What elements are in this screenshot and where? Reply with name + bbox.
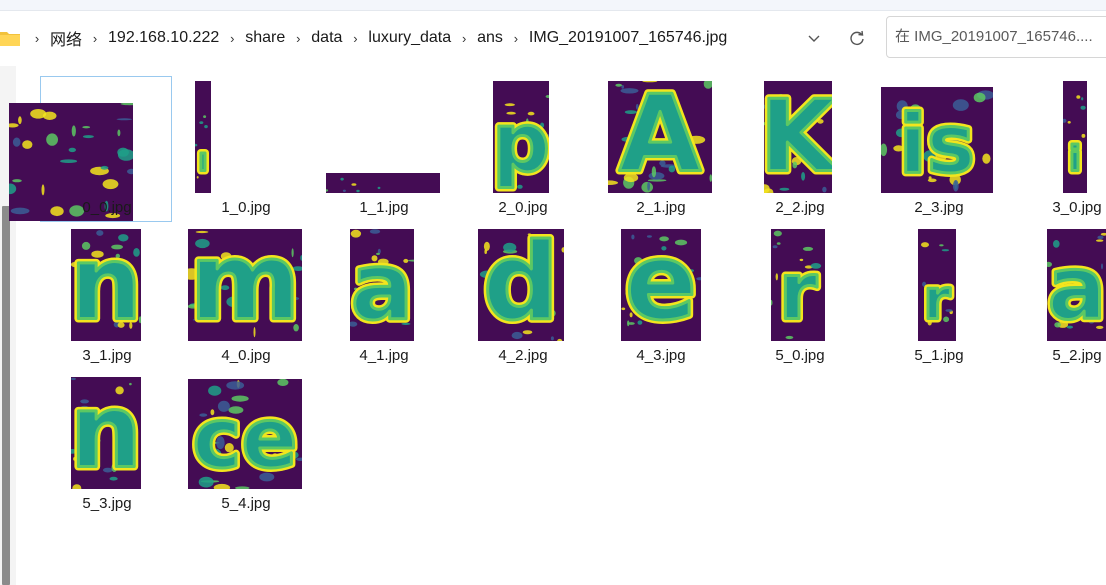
svg-text:a: a [351,233,414,341]
file-thumbnail: rr [918,229,956,341]
svg-text:r: r [779,247,818,338]
svg-text:K: K [764,81,832,193]
chevron-right-icon[interactable]: › [287,31,309,46]
file-thumbnail: AA [608,81,712,193]
chevron-right-icon[interactable]: › [221,31,243,46]
svg-text:r: r [923,268,951,332]
file-thumbnail: aa [350,229,414,341]
breadcrumb-item-luxury-data[interactable]: luxury_data [366,29,453,47]
file-name: 4_0.jpg [221,347,271,364]
svg-text:e: e [625,229,697,341]
chevron-right-icon[interactable]: › [344,31,366,46]
breadcrumb-item-network[interactable]: 网络 [48,26,84,50]
file-name: 4_3.jpg [636,347,686,364]
svg-text:m: m [190,229,301,341]
svg-text:a: a [1048,238,1106,340]
file-item[interactable]: n n 3_1.jpg [40,224,172,370]
file-item[interactable]: l l 1_0.jpg [179,76,311,222]
file-name: 5_3.jpg [82,495,132,512]
file-thumbnail: mm [188,229,302,341]
file-item[interactable]: a a 5_2.jpg [1010,224,1106,370]
svg-text:d: d [483,229,559,341]
chevron-right-icon[interactable]: › [26,31,48,46]
file-item[interactable]: n n 5_3.jpg [40,372,172,518]
file-thumbnail: ce ce [188,379,302,489]
breadcrumb-item-share[interactable]: share [243,29,287,47]
address-bar[interactable]: › 网络 › 192.168.10.222 › share › data › l… [0,16,878,60]
svg-text:n: n [71,377,141,489]
file-thumbnail: dd [478,229,564,341]
file-thumbnail: ee [621,229,701,341]
file-name: 4_1.jpg [359,347,409,364]
file-name: 1_1.jpg [359,199,409,216]
file-name: 2_1.jpg [636,199,686,216]
file-thumbnail: nn [71,229,141,341]
svg-text:p: p [493,97,549,191]
file-thumbnail: is is [881,87,993,193]
file-item[interactable]: e e 4_3.jpg [594,224,726,370]
file-thumbnail: ii [1063,81,1087,193]
breadcrumb-item-host[interactable]: 192.168.10.222 [106,29,221,47]
scrollbar[interactable] [2,206,10,585]
file-item[interactable]: r r 5_1.jpg [872,224,1004,370]
file-thumbnail: rr [771,229,825,341]
file-item[interactable]: r r 5_0.jpg [733,224,865,370]
file-item[interactable]: is is 2_3.jpg [872,76,1004,222]
file-thumbnail: aa [1047,229,1106,341]
file-item[interactable]: i i 3_0.jpg [1010,76,1106,222]
search-input[interactable]: 在 IMG_20191007_165746.... [886,16,1106,58]
file-name: 2_0.jpg [498,199,548,216]
file-item[interactable]: m m 4_0.jpg [179,224,311,370]
file-item[interactable]: K K 2_2.jpg [733,76,865,222]
file-name: 5_0.jpg [775,347,825,364]
folder-icon [0,32,20,46]
chevron-right-icon[interactable]: › [453,31,475,46]
chevron-right-icon[interactable]: › [505,31,527,46]
file-name: 2_2.jpg [775,199,825,216]
file-item[interactable]: d d 4_2.jpg [456,224,588,370]
file-item[interactable]: p p 2_0.jpg [456,76,588,222]
file-item[interactable]: ce ce 5_4.jpg [179,372,311,518]
title-strip [0,0,1106,11]
file-name: 3_1.jpg [82,347,132,364]
file-item[interactable]: a a 4_1.jpg [317,224,449,370]
svg-text:is: is [899,98,975,192]
breadcrumb-item-ans[interactable]: ans [475,29,505,47]
breadcrumb-item-current-folder[interactable]: IMG_20191007_165746.jpg [527,29,729,47]
file-name: 5_1.jpg [914,347,964,364]
file-name: 0_0.jpg [82,199,132,216]
file-name: 3_0.jpg [1052,199,1102,216]
file-name: 1_0.jpg [221,199,271,216]
file-thumbnail: pp [493,81,549,193]
file-item[interactable]: 0_0.jpg [9,76,172,222]
file-thumbnail: ll [195,81,211,193]
file-name: 5_4.jpg [221,495,271,512]
file-thumbnail [326,173,440,193]
refresh-icon[interactable] [848,28,866,48]
file-name: 2_3.jpg [914,199,964,216]
svg-text:l: l [199,150,207,177]
svg-text:n: n [71,229,141,341]
svg-text:ce: ce [193,391,298,487]
chevron-down-icon[interactable] [806,29,822,47]
file-name: 4_2.jpg [498,347,548,364]
file-thumbnail: KK [764,81,832,193]
file-item[interactable]: A A 2_1.jpg [594,76,726,222]
svg-text:i: i [1069,140,1081,180]
svg-text:A: A [619,81,701,193]
file-thumbnail: nn [71,377,141,489]
file-name: 5_2.jpg [1052,347,1102,364]
chevron-right-icon[interactable]: › [84,31,106,46]
breadcrumb-item-data[interactable]: data [309,29,344,47]
breadcrumb: › 网络 › 192.168.10.222 › share › data › l… [26,16,729,60]
file-item[interactable]: 1_1.jpg [317,76,449,222]
